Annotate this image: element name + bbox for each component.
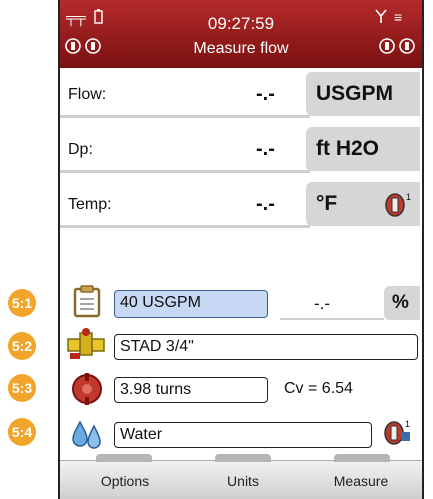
dp-row: Dp: -.- ft H2O [60, 127, 422, 173]
water-drops-icon [72, 420, 101, 449]
fluid-sensor-icon[interactable]: 1 [382, 416, 414, 448]
divider [60, 170, 310, 173]
temp-unit-label: °F [316, 192, 338, 215]
handwheel-icon [72, 373, 102, 405]
flow-value: -.- [256, 83, 275, 105]
valve-icon [67, 328, 105, 359]
dp-unit-button[interactable]: ft H2O [306, 127, 420, 171]
signal-icon: ≡ [394, 9, 403, 25]
step-badge-5-4: 5:4 [8, 418, 36, 446]
valve-type-input[interactable]: STAD 3/4" [114, 334, 418, 360]
options-softkey[interactable]: Options [70, 473, 180, 489]
temp-row: Temp: -.- °F 1 [60, 182, 422, 228]
measure-softkey[interactable]: Measure [306, 473, 416, 489]
deviation-value: -.- [314, 294, 331, 313]
softkey-bar: Options Units Measure [60, 454, 422, 499]
clock: 09:27:59 [207, 14, 275, 33]
flow-label: Flow: [68, 86, 107, 103]
antenna-icon [375, 9, 387, 23]
step-badge-5-2: 5:2 [8, 332, 36, 360]
svg-text:1: 1 [405, 419, 410, 429]
softkey-tab [96, 454, 152, 462]
fluid-input[interactable]: Water [114, 422, 372, 448]
step-badge-5-3: 5:3 [8, 374, 36, 402]
flow-row: Flow: -.- USGPM [60, 72, 422, 118]
design-flow-input[interactable]: 40 USGPM [114, 290, 268, 318]
divider [60, 225, 310, 228]
dp-label: Dp: [68, 141, 93, 158]
temp-value: -.- [256, 193, 275, 215]
softkey-tab [334, 454, 390, 462]
step-badge-5-1: 5:1 [8, 289, 36, 317]
flow-unit-button[interactable]: USGPM [306, 72, 420, 116]
units-softkey[interactable]: Units [188, 473, 298, 489]
svg-text:1: 1 [406, 192, 411, 202]
header-bar: ╤╤ 09:27:59 Measure flow ≡ [60, 0, 422, 68]
dp-value: -.- [256, 138, 275, 160]
temp-label: Temp: [68, 196, 112, 213]
divider [280, 318, 384, 320]
softkey-tab [215, 454, 271, 462]
divider [60, 115, 310, 118]
cv-value: Cv = 6.54 [284, 380, 353, 397]
temp-sensor-icon[interactable]: 1 [384, 190, 414, 218]
turns-input[interactable]: 3.98 turns [114, 377, 268, 403]
sensor-icon [379, 38, 415, 54]
percent-unit-button[interactable]: % [384, 286, 420, 320]
device-screen: ╤╤ 09:27:59 Measure flow ≡ Flow: -.- USG… [58, 0, 424, 499]
clipboard-icon [73, 285, 101, 318]
page-title: Measure flow [193, 40, 289, 57]
